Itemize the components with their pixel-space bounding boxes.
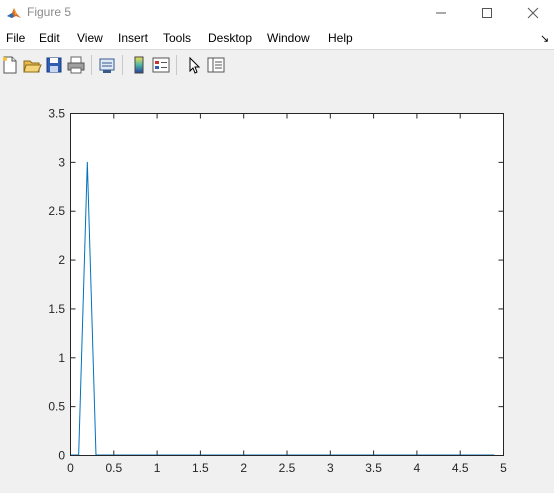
print-button[interactable] (66, 55, 86, 75)
link-plot-icon (99, 58, 115, 73)
menu-file[interactable]: File (6, 31, 25, 45)
close-icon (527, 7, 539, 19)
x-tick-label: 2.5 (279, 461, 296, 475)
menu-window[interactable]: Window (267, 31, 310, 45)
figure-toolbar (0, 51, 554, 79)
y-tick-label: 2 (58, 253, 65, 267)
property-inspector-icon (207, 57, 225, 73)
save-button[interactable] (44, 55, 64, 75)
figure-window: Figure 5 File Edit View Insert Tools Des… (0, 0, 554, 493)
line-plot: 0 0.5 1 1.5 2 2.5 3 3.5 4 4.5 5 0 0.5 1 1.5 2 2.5 3 3.5 (48, 107, 507, 476)
y-tick-label: 2.5 (48, 204, 65, 218)
insert-legend-button[interactable] (151, 55, 171, 75)
y-tick-label: 3 (58, 155, 65, 169)
window-title: Figure 5 (27, 5, 72, 19)
title-bar[interactable]: Figure 5 (0, 0, 554, 26)
edit-plot-button[interactable] (184, 55, 204, 75)
menu-desktop[interactable]: Desktop (208, 31, 252, 45)
new-figure-button[interactable] (0, 55, 20, 75)
open-file-button[interactable] (22, 55, 42, 75)
close-button[interactable] (510, 0, 554, 26)
minimize-button[interactable] (418, 0, 464, 26)
menu-bar: File Edit View Insert Tools Desktop Wind… (0, 26, 554, 50)
edit-plot-arrow-icon (189, 56, 201, 74)
y-tick-label: 0.5 (48, 400, 65, 414)
insert-colorbar-button[interactable] (129, 55, 149, 75)
maximize-icon (482, 8, 492, 18)
menu-insert[interactable]: Insert (118, 31, 148, 45)
toolbar-separator (91, 55, 92, 75)
open-file-icon (23, 60, 42, 73)
x-tick-label: 3 (327, 461, 334, 475)
minimize-icon (436, 12, 446, 14)
dock-figure-icon[interactable]: ↘ (540, 32, 549, 45)
property-inspector-button[interactable] (206, 55, 226, 75)
axes-background[interactable] (70, 113, 504, 456)
new-figure-icon (3, 56, 17, 74)
x-tick-label: 3.5 (365, 461, 382, 475)
y-tick-label: 1.5 (48, 302, 65, 316)
toolbar-separator (122, 55, 123, 75)
colorbar-icon (134, 56, 144, 74)
link-plot-button[interactable] (97, 55, 117, 75)
x-tick-label: 4 (414, 461, 421, 475)
menu-edit[interactable]: Edit (39, 31, 60, 45)
x-tick-label: 1.5 (192, 461, 209, 475)
x-tick-label: 5 (500, 461, 507, 475)
x-tick-label: 4.5 (452, 461, 469, 475)
matlab-logo-icon (6, 5, 22, 21)
menu-view[interactable]: View (77, 31, 103, 45)
menu-tools[interactable]: Tools (163, 31, 191, 45)
maximize-button[interactable] (464, 0, 510, 26)
y-tick-label: 0 (58, 449, 65, 463)
x-tick-label: 1 (154, 461, 161, 475)
y-tick-label: 1 (58, 351, 65, 365)
toolbar-separator (176, 55, 177, 75)
figure-canvas[interactable]: 0 0.5 1 1.5 2 2.5 3 3.5 4 4.5 5 0 0.5 1 1.5 2 2.5 3 3.5 (0, 80, 554, 493)
x-tick-label: 0.5 (105, 461, 122, 475)
x-tick-label: 2 (240, 461, 247, 475)
print-icon (67, 56, 85, 74)
legend-icon (152, 57, 170, 73)
y-tick-label: 3.5 (48, 107, 65, 121)
save-icon (46, 57, 62, 73)
x-tick-label: 0 (67, 461, 74, 475)
menu-help[interactable]: Help (328, 31, 353, 45)
